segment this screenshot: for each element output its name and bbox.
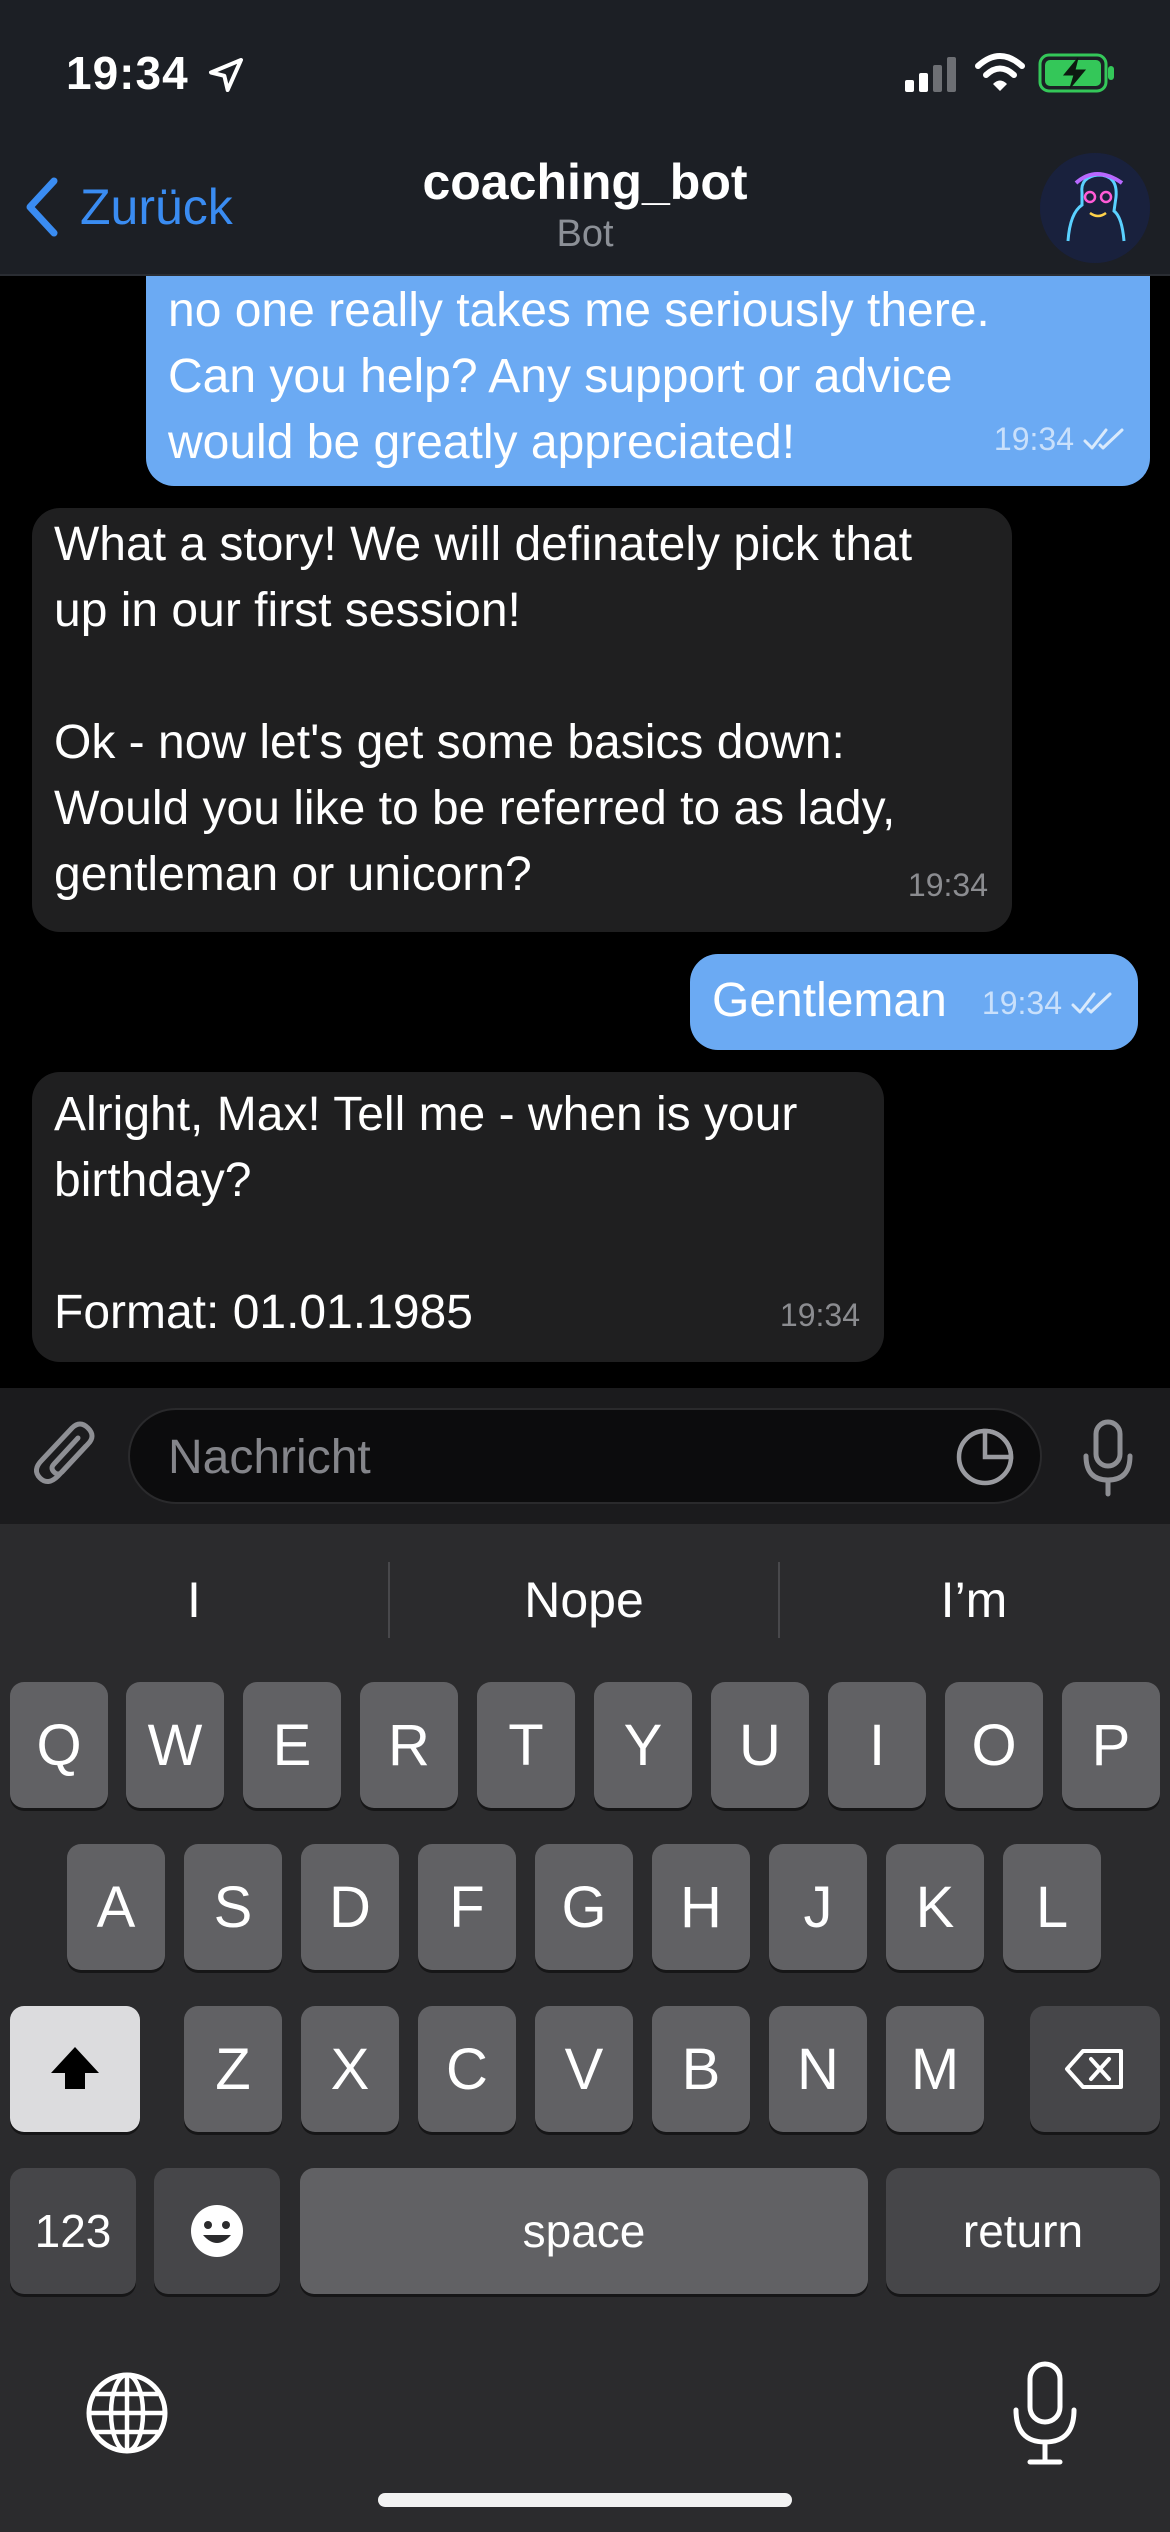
key-r[interactable]: R	[360, 1682, 458, 1808]
key-f[interactable]: F	[418, 1844, 516, 1970]
message-time: 19:34	[981, 985, 1062, 1021]
message-text: Alright, Max! Tell me - when is your bir…	[54, 1088, 798, 1339]
message-outgoing[interactable]: no one really takes me seriously there. …	[146, 276, 1150, 486]
battery-charging-icon	[1038, 53, 1114, 93]
message-time: 19:34	[993, 421, 1074, 457]
message-composer	[0, 1388, 1170, 1524]
space-key[interactable]: space	[300, 2168, 868, 2294]
location-arrow-icon	[209, 58, 243, 92]
key-g[interactable]: G	[535, 1844, 633, 1970]
backspace-icon	[1065, 2049, 1123, 2089]
key-v[interactable]: V	[535, 2006, 633, 2132]
double-check-icon	[1071, 992, 1112, 1014]
home-indicator[interactable]	[378, 2493, 792, 2507]
attach-paperclip-icon[interactable]	[28, 1416, 104, 1496]
message-meta: 19:34	[982, 970, 1114, 1036]
suggestion-item[interactable]: I	[0, 1560, 388, 1640]
status-time: 19:34	[66, 47, 189, 99]
chat-subtitle: Bot	[556, 213, 614, 255]
message-incoming[interactable]: What a story! We will definately pick th…	[32, 508, 1012, 932]
message-incoming[interactable]: Alright, Max! Tell me - when is your bir…	[32, 1072, 884, 1362]
key-x[interactable]: X	[301, 2006, 399, 2132]
wifi-icon	[975, 53, 1025, 91]
key-q[interactable]: Q	[10, 1682, 108, 1808]
robot-face-icon	[1040, 153, 1150, 263]
emoji-icon	[191, 2205, 243, 2257]
sticker-icon[interactable]	[954, 1426, 1016, 1488]
shift-key[interactable]	[10, 2006, 140, 2132]
voice-message-microphone-icon[interactable]	[1080, 1418, 1136, 1498]
numbers-key[interactable]: 123	[10, 2168, 136, 2294]
message-input-wrapper	[128, 1408, 1042, 1504]
globe-icon[interactable]	[82, 2368, 172, 2458]
message-outgoing[interactable]: Gentleman 19:34	[690, 954, 1138, 1050]
message-meta: 19:34	[780, 1282, 860, 1348]
key-s[interactable]: S	[184, 1844, 282, 1970]
chat-header: 19:34 Zurück coaching_bot Bot	[0, 0, 1170, 276]
message-time: 19:34	[907, 867, 988, 903]
message-input[interactable]	[166, 1410, 950, 1504]
message-list[interactable]: no one really takes me seriously there. …	[0, 276, 1170, 1388]
predictive-suggestions: I Nope I’m	[0, 1524, 1170, 1676]
key-m[interactable]: M	[886, 2006, 984, 2132]
key-l[interactable]: L	[1003, 1844, 1101, 1970]
key-h[interactable]: H	[652, 1844, 750, 1970]
double-check-icon	[1083, 428, 1124, 450]
message-text: no one really takes me seriously there. …	[168, 284, 990, 469]
key-n[interactable]: N	[769, 2006, 867, 2132]
chat-title: coaching_bot	[422, 154, 748, 210]
key-a[interactable]: A	[67, 1844, 165, 1970]
key-e[interactable]: E	[243, 1682, 341, 1808]
bot-avatar[interactable]	[1040, 153, 1150, 263]
message-meta: 19:34	[908, 852, 988, 918]
key-j[interactable]: J	[769, 1844, 867, 1970]
suggestion-item[interactable]: Nope	[390, 1560, 778, 1640]
shift-icon	[51, 2047, 99, 2089]
message-meta: 19:34	[994, 406, 1126, 472]
key-o[interactable]: O	[945, 1682, 1043, 1808]
return-key[interactable]: return	[886, 2168, 1160, 2294]
key-u[interactable]: U	[711, 1682, 809, 1808]
cellular-signal-icon	[905, 57, 956, 92]
key-b[interactable]: B	[652, 2006, 750, 2132]
key-z[interactable]: Z	[184, 2006, 282, 2132]
key-c[interactable]: C	[418, 2006, 516, 2132]
message-time: 19:34	[779, 1297, 860, 1333]
key-y[interactable]: Y	[594, 1682, 692, 1808]
suggestion-item[interactable]: I’m	[780, 1560, 1168, 1640]
emoji-key[interactable]	[154, 2168, 280, 2294]
key-w[interactable]: W	[126, 1682, 224, 1808]
message-text: What a story! We will definately pick th…	[54, 518, 913, 901]
backspace-key[interactable]	[1030, 2006, 1160, 2132]
microphone-icon[interactable]	[1010, 2360, 1080, 2468]
key-i[interactable]: I	[828, 1682, 926, 1808]
screen: 19:34 Zurück coaching_bot Bot no one rea…	[0, 0, 1170, 2532]
key-k[interactable]: K	[886, 1844, 984, 1970]
key-t[interactable]: T	[477, 1682, 575, 1808]
key-p[interactable]: P	[1062, 1682, 1160, 1808]
key-d[interactable]: D	[301, 1844, 399, 1970]
